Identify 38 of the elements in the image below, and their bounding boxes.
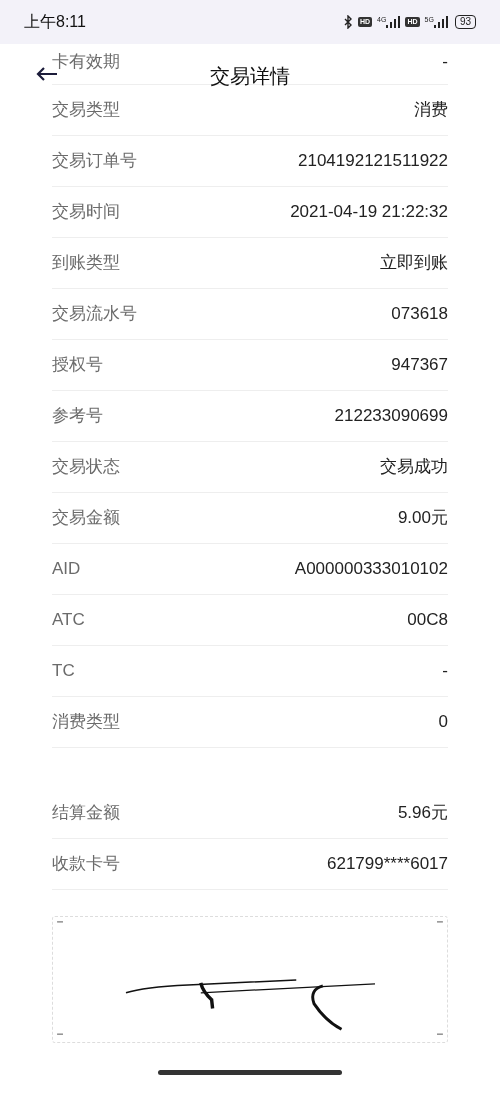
detail-value: 212233090699 [334,405,448,428]
detail-label: 授权号 [52,354,103,377]
detail-label: 交易流水号 [52,303,137,326]
detail-value: 00C8 [407,609,448,632]
signal-icon [386,16,401,28]
detail-label: 结算金额 [52,802,120,825]
detail-label: 交易订单号 [52,150,137,173]
detail-label: 交易金额 [52,507,120,530]
battery-icon: 93 [454,15,476,29]
detail-label: ATC [52,609,85,632]
detail-label: 参考号 [52,405,103,428]
detail-value: - [442,660,448,683]
detail-value: 5.96元 [397,802,448,825]
status-time: 上午8:11 [24,12,86,32]
detail-label: 交易类型 [52,99,120,122]
detail-value: 947367 [391,354,448,377]
detail-label: 收款卡号 [52,853,120,876]
detail-value: 2104192121511922 [298,150,448,173]
bluetooth-icon [343,15,353,29]
detail-value: 0 [438,711,448,734]
detail-label: 到账类型 [52,252,120,275]
detail-value: 2021-04-19 21:22:32 [290,201,448,224]
detail-value: - [442,51,448,73]
detail-label: 消费类型 [52,711,120,734]
detail-label: 交易时间 [52,201,120,224]
detail-value: A000000333010102 [294,558,448,581]
detail-value: 621799****6017 [327,853,448,876]
detail-label: 卡有效期 [52,51,120,73]
detail-value: 交易成功 [380,456,448,479]
detail-value: 9.00元 [397,507,448,530]
page-title: 交易详情 [210,64,290,89]
detail-label: AID [52,558,81,581]
signal-icon [433,16,448,28]
detail-value: 立即到账 [380,252,448,275]
detail-label: 交易状态 [52,456,120,479]
detail-value: 073618 [391,303,448,326]
detail-label: TC [52,660,75,683]
detail-value: 消费 [414,99,448,122]
